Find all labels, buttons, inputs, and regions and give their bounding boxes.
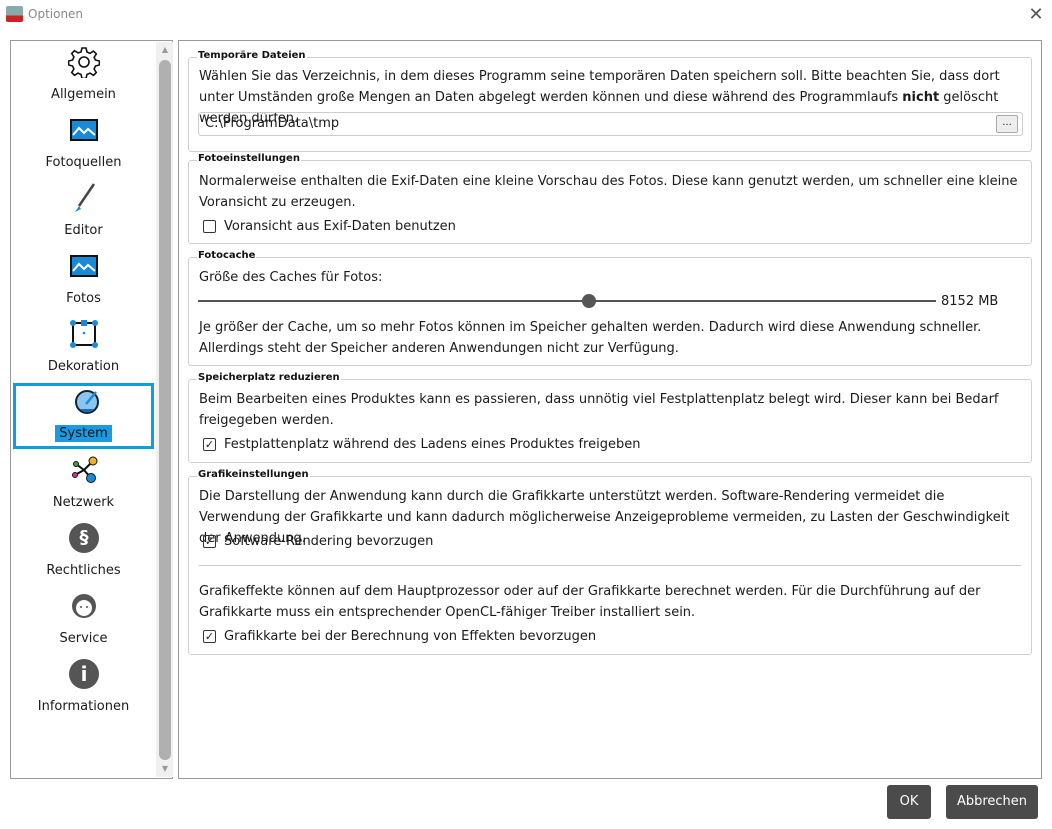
ok-button[interactable]: OK — [887, 785, 931, 819]
cancel-button[interactable]: Abbrechen — [946, 785, 1038, 819]
cache-value: 8152 MB — [941, 294, 999, 309]
gpu-effects-checkbox[interactable]: ✓ Grafikkarte bei der Berechnung von Effe… — [203, 629, 596, 644]
sidebar-item-label: Netzwerk — [52, 495, 115, 510]
group-photo-cache: Fotocache Größe des Caches für Fotos: 81… — [188, 250, 1032, 366]
sidebar-item-fotoquellen[interactable]: Fotoquellen — [13, 111, 154, 177]
sidebar-item-label: Allgemein — [51, 87, 116, 102]
network-icon — [68, 455, 100, 485]
scroll-down-icon[interactable]: ▼ — [159, 764, 171, 773]
sidebar-item-label: Fotoquellen — [45, 155, 122, 170]
slider-thumb[interactable] — [582, 294, 597, 308]
paragraph-icon: § — [68, 523, 100, 553]
close-button[interactable]: ✕ — [1026, 4, 1046, 25]
cache-description: Je größer der Cache, um so mehr Fotos kö… — [199, 320, 982, 356]
group-legend: Temporäre Dateien — [197, 50, 307, 61]
info-icon: i — [68, 659, 100, 689]
sidebar-item-label: Editor — [64, 223, 103, 238]
sidebar-item-netzwerk[interactable]: Netzwerk — [13, 451, 154, 517]
sidebar-item-service[interactable]: Service — [13, 587, 154, 653]
group-graphics: Grafikeinstellungen Die Darstellung der … — [188, 469, 1032, 655]
cache-slider[interactable] — [198, 294, 936, 308]
group-photo-settings: Fotoeinstellungen Normalerweise enthalte… — [188, 153, 1032, 244]
settings-panel: Temporäre Dateien Wählen Sie das Verzeic… — [178, 40, 1042, 779]
checkbox-checked[interactable]: ✓ — [203, 535, 216, 548]
group-legend: Grafikeinstellungen — [197, 469, 310, 480]
gear-icon — [68, 47, 100, 78]
frame-icon — [68, 319, 100, 349]
sidebar-item-fotos[interactable]: Fotos — [13, 247, 154, 313]
title-bar: Optionen ✕ — [0, 0, 1052, 30]
sidebar-item-dekoration[interactable]: Dekoration — [13, 315, 154, 381]
checkbox-checked[interactable]: ✓ — [203, 630, 216, 643]
sidebar-scrollbar[interactable]: ▲ ▼ — [156, 42, 173, 777]
checkbox-checked[interactable]: ✓ — [203, 438, 216, 451]
image-icon — [68, 115, 100, 145]
sidebar-item-rechtliches[interactable]: § Rechtliches — [13, 519, 154, 585]
free-disk-checkbox[interactable]: ✓ Festplattenplatz während des Ladens ein… — [203, 437, 640, 452]
gauge-icon — [71, 387, 103, 417]
headset-icon — [68, 591, 100, 621]
brush-icon — [68, 183, 100, 213]
sidebar-item-label: Informationen — [37, 699, 130, 714]
sidebar-item-informationen[interactable]: i Informationen — [13, 655, 154, 721]
group-legend: Fotocache — [197, 250, 257, 261]
browse-button[interactable]: ... — [996, 115, 1018, 133]
group-legend: Fotoeinstellungen — [197, 153, 301, 164]
temp-path-input[interactable]: C:\ProgramData\tmp... — [198, 112, 1023, 136]
sidebar-item-label: Dekoration — [47, 359, 120, 374]
scrollbar-thumb[interactable] — [159, 60, 171, 760]
app-icon — [6, 6, 23, 22]
sidebar-item-label: Rechtliches — [46, 563, 121, 578]
sidebar: Allgemein Fotoquellen Editor Fotos Dekor… — [10, 40, 173, 779]
photo-description: Normalerweise enthalten die Exif-Daten e… — [199, 174, 1018, 210]
image-icon — [68, 251, 100, 281]
sidebar-item-label: System — [16, 425, 151, 442]
exif-preview-checkbox[interactable]: Voransicht aus Exif-Daten benutzen — [203, 219, 456, 234]
sidebar-item-label: Service — [59, 631, 108, 646]
group-temp-files: Temporäre Dateien Wählen Sie das Verzeic… — [188, 50, 1032, 152]
effects-description: Grafikeffekte können auf dem Hauptprozes… — [199, 584, 981, 620]
sidebar-item-allgemein[interactable]: Allgemein — [13, 43, 154, 109]
group-legend: Speicherplatz reduzieren — [197, 372, 341, 383]
window-title: Optionen — [28, 7, 84, 21]
cache-label: Größe des Caches für Fotos: — [199, 270, 383, 285]
sidebar-item-system[interactable]: System — [13, 383, 154, 449]
checkbox-unchecked[interactable] — [203, 220, 216, 233]
sidebar-item-editor[interactable]: Editor — [13, 179, 154, 245]
disk-description: Beim Bearbeiten eines Produktes kann es … — [199, 392, 999, 428]
sidebar-item-label: Fotos — [66, 291, 101, 306]
scroll-up-icon[interactable]: ▲ — [159, 45, 171, 54]
software-rendering-checkbox[interactable]: ✓ Software-Rendering bevorzugen — [203, 534, 433, 549]
group-disk-space: Speicherplatz reduzieren Beim Bearbeiten… — [188, 372, 1032, 463]
divider — [199, 565, 1021, 566]
